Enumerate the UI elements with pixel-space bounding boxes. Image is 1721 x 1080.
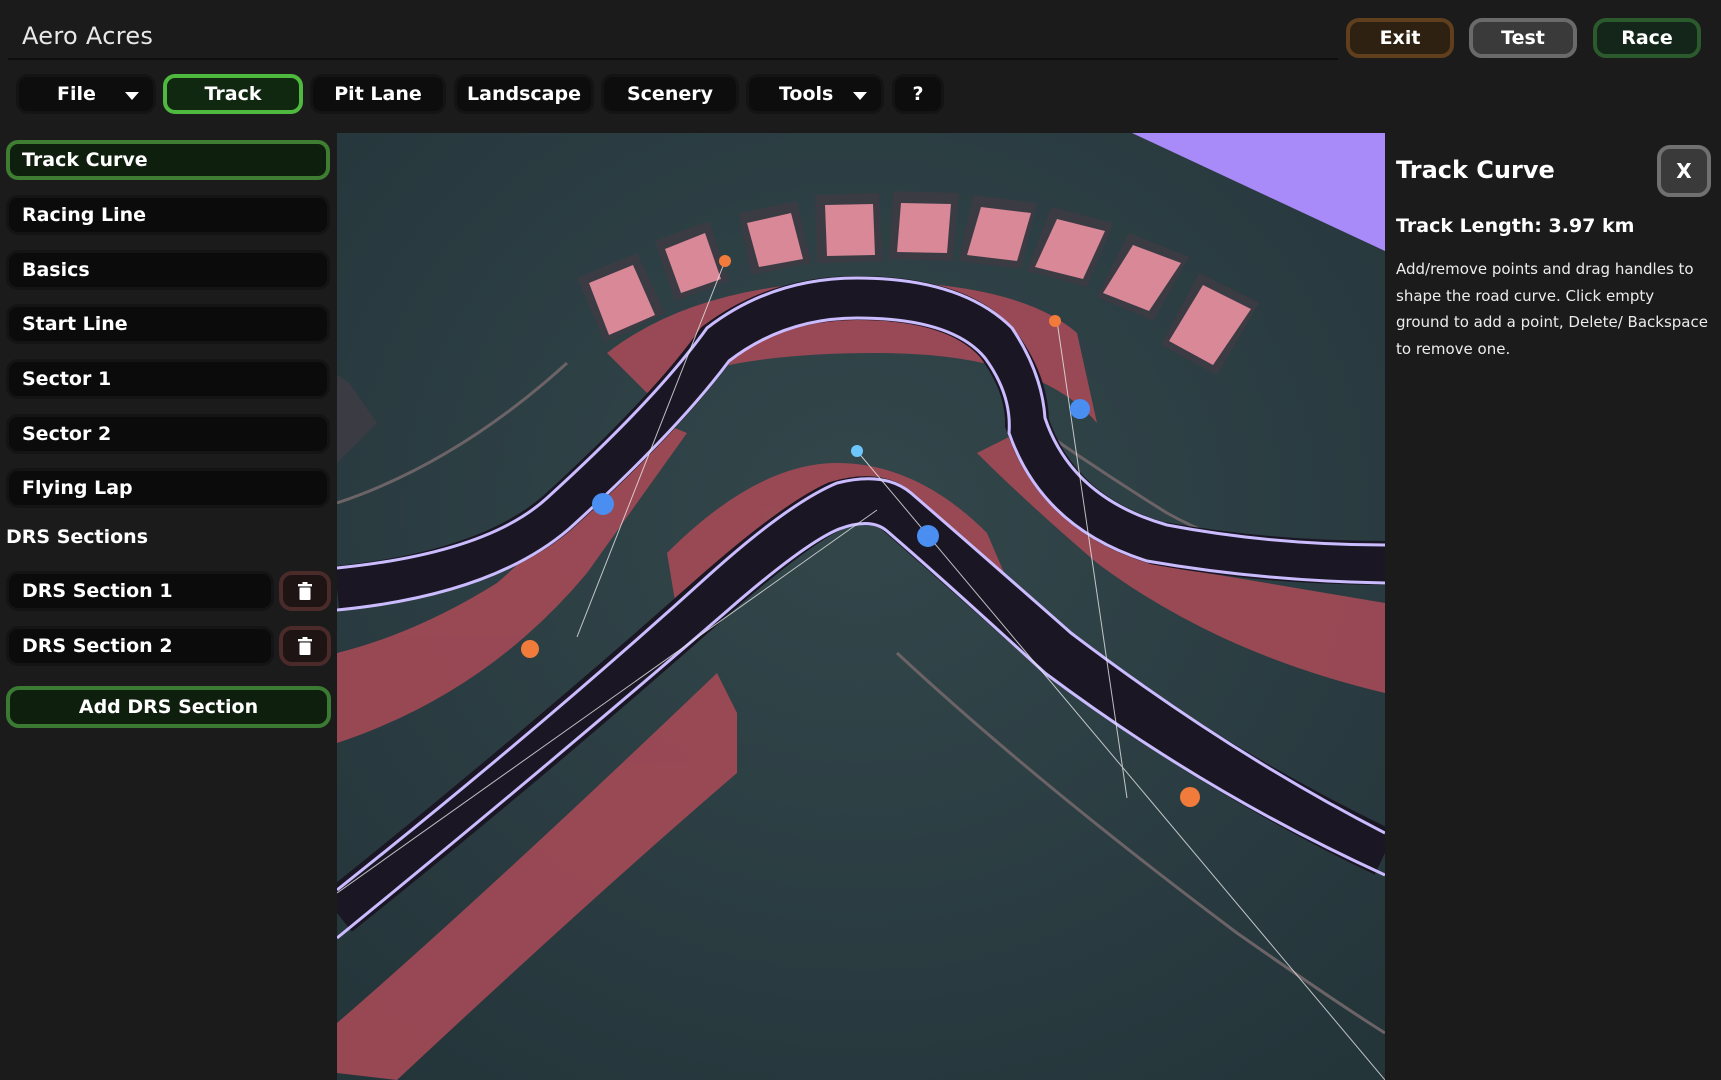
track-length: Track Length: 3.97 km xyxy=(1396,215,1635,237)
tab-scenery[interactable]: Scenery xyxy=(601,74,739,114)
tab-landscape[interactable]: Landscape xyxy=(454,74,594,114)
sidebar-item-basics[interactable]: Basics xyxy=(6,250,330,290)
sidebar-item-label: Start Line xyxy=(22,313,128,335)
sidebar-item-label: Basics xyxy=(22,259,90,281)
sidebar-item-sector-1[interactable]: Sector 1 xyxy=(6,359,330,399)
close-panel-button[interactable]: X xyxy=(1657,145,1711,197)
handle-point[interactable] xyxy=(1180,787,1200,807)
tab-file-label: File xyxy=(57,83,96,105)
sidebar-item-label: DRS Section 1 xyxy=(22,580,173,602)
chevron-down-icon xyxy=(125,92,139,100)
delete-drs-section-1-button[interactable] xyxy=(279,571,331,611)
track-name: Aero Acres xyxy=(22,22,154,50)
sidebar-item-label: Racing Line xyxy=(22,204,147,226)
curve-point[interactable] xyxy=(592,493,614,515)
sidebar-item-drs-section-2[interactable]: DRS Section 2 xyxy=(6,626,274,666)
help-label: ? xyxy=(912,83,924,105)
sidebar-item-track-curve[interactable]: Track Curve xyxy=(6,140,330,180)
add-drs-section-button[interactable]: Add DRS Section xyxy=(6,686,331,728)
drs-sections-heading: DRS Sections xyxy=(6,526,149,548)
curve-point[interactable] xyxy=(917,525,939,547)
track-viewport[interactable] xyxy=(337,133,1385,1080)
help-button[interactable]: ? xyxy=(892,74,944,114)
tab-scenery-label: Scenery xyxy=(626,83,713,105)
sidebar-item-label: Sector 1 xyxy=(22,368,112,390)
curve-handle-point[interactable] xyxy=(851,445,863,457)
sidebar-item-racing-line[interactable]: Racing Line xyxy=(6,195,330,235)
tab-tools[interactable]: Tools xyxy=(746,74,884,114)
tab-tools-label: Tools xyxy=(779,83,834,105)
sidebar-item-label: Flying Lap xyxy=(22,477,133,499)
sidebar-item-label: Track Curve xyxy=(22,149,148,171)
sidebar-item-label: DRS Section 2 xyxy=(22,635,173,657)
title-bar: Aero Acres xyxy=(8,16,1338,60)
tab-track[interactable]: Track xyxy=(163,74,303,114)
race-button[interactable]: Race xyxy=(1593,18,1701,58)
handle-point[interactable] xyxy=(521,640,539,658)
sidebar-item-label: Sector 2 xyxy=(22,423,112,445)
handle-point[interactable] xyxy=(1049,315,1061,327)
sidebar-item-drs-section-1[interactable]: DRS Section 1 xyxy=(6,571,274,611)
exit-button[interactable]: Exit xyxy=(1346,18,1454,58)
trash-icon xyxy=(298,637,312,655)
delete-drs-section-2-button[interactable] xyxy=(279,626,331,666)
tab-track-label: Track xyxy=(204,83,262,105)
panel-title: Track Curve xyxy=(1396,156,1555,184)
sidebar-item-sector-2[interactable]: Sector 2 xyxy=(6,414,330,454)
test-button[interactable]: Test xyxy=(1469,18,1577,58)
handle-point[interactable] xyxy=(719,255,731,267)
tab-file[interactable]: File xyxy=(16,74,156,114)
sidebar-item-start-line[interactable]: Start Line xyxy=(6,304,330,344)
chevron-down-icon xyxy=(853,92,867,100)
trash-icon xyxy=(298,582,312,600)
curve-point[interactable] xyxy=(1070,399,1090,419)
tab-pit-lane[interactable]: Pit Lane xyxy=(310,74,446,114)
sidebar-item-flying-lap[interactable]: Flying Lap xyxy=(6,468,330,508)
tab-landscape-label: Landscape xyxy=(467,83,581,105)
tab-pit-lane-label: Pit Lane xyxy=(334,83,422,105)
help-text: Add/remove points and drag handles to sh… xyxy=(1396,260,1708,358)
track-scene[interactable] xyxy=(337,133,1385,1080)
